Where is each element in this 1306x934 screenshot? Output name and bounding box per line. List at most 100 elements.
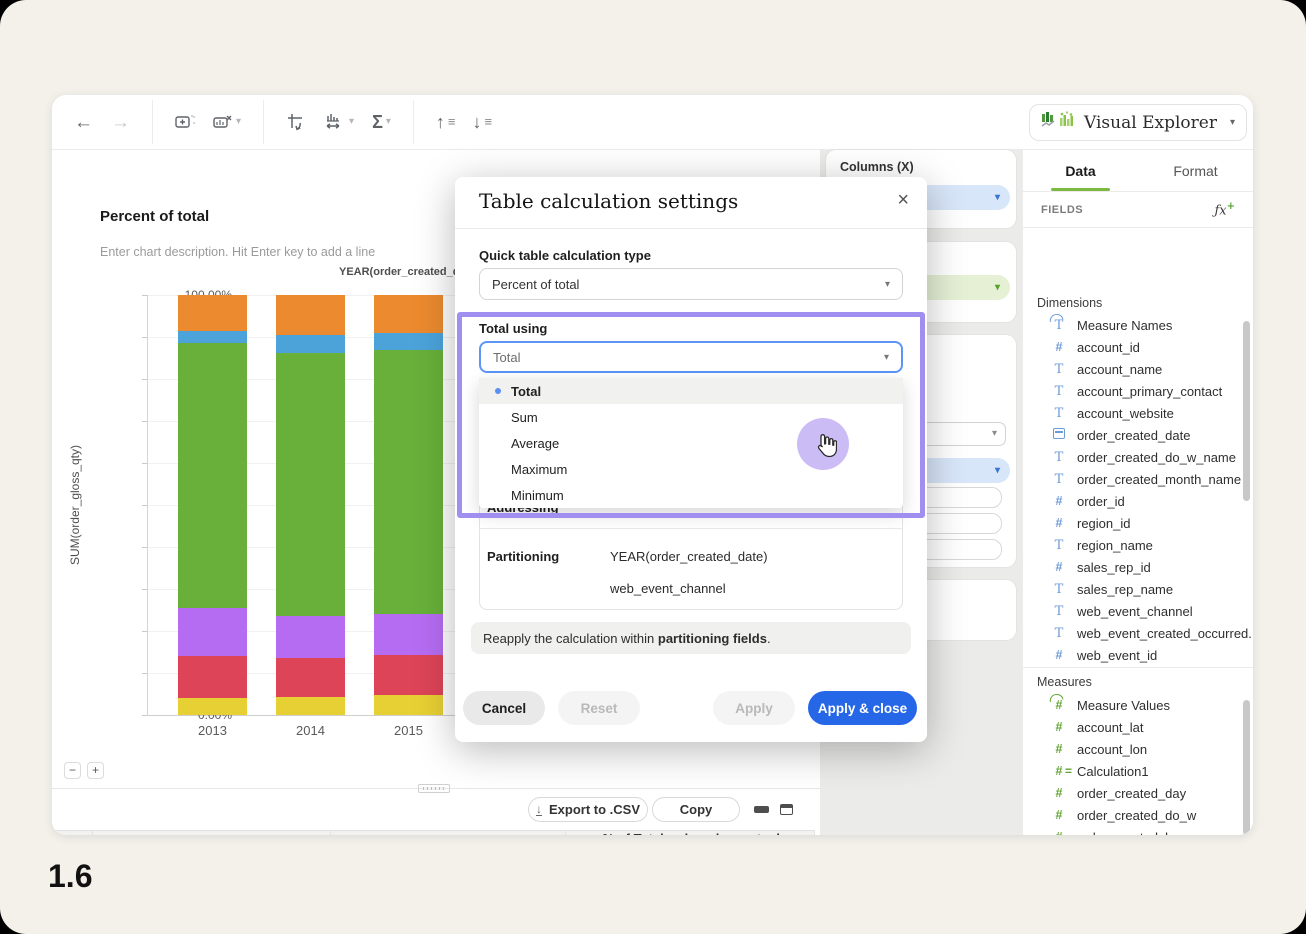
table-column-header[interactable]: % of Total order_gloss_qty down table xyxy=(566,831,815,836)
field-item-sales-rep-id[interactable]: #sales_rep_id xyxy=(1023,556,1253,578)
total-using-dropdown[interactable]: Total ▾ xyxy=(479,341,903,373)
table-column-header[interactable]: web_event_channel xyxy=(331,831,566,836)
redo-forward-icon[interactable]: → xyxy=(111,113,130,132)
stacked-bar-2015[interactable] xyxy=(374,295,443,715)
field-item-region-name[interactable]: Tregion_name xyxy=(1023,534,1253,556)
visual-explorer-logo-icon xyxy=(1041,110,1075,135)
menu-option-label: Total xyxy=(511,384,541,399)
sort-descending-icon[interactable]: ↓≡ xyxy=(473,113,492,131)
copy-button[interactable]: Copy xyxy=(652,797,740,822)
bar-segment-purple-segment[interactable] xyxy=(276,616,345,658)
field-item-web-event-channel[interactable]: Tweb_event_channel xyxy=(1023,600,1253,622)
y-axis-title: SUM(order_gloss_qty) xyxy=(68,400,82,610)
text-field-icon: T xyxy=(1051,538,1067,553)
field-item-account-lon[interactable]: #account_lon xyxy=(1023,738,1253,760)
bar-segment-yellow-segment[interactable] xyxy=(178,698,247,715)
undo-back-icon[interactable]: ← xyxy=(74,113,93,132)
sort-ascending-icon[interactable]: ↑≡ xyxy=(436,113,455,131)
expand-panel-icon[interactable] xyxy=(780,804,793,815)
add-calculation-icon[interactable]: ƒx+ xyxy=(1214,201,1235,218)
page-number-label: 1.6 xyxy=(48,858,92,895)
apply-and-close-button[interactable]: Apply & close xyxy=(808,691,917,725)
bar-segment-green-segment[interactable] xyxy=(178,343,247,608)
table-column-header[interactable]: YEAR(order_created_date) xyxy=(93,831,331,836)
info-text-bold: partitioning fields xyxy=(658,631,767,646)
tab-format[interactable]: Format xyxy=(1138,150,1253,191)
number-field-icon: # xyxy=(1051,808,1067,822)
field-item-account-lat[interactable]: #account_lat xyxy=(1023,716,1253,738)
bar-segment-orange-segment[interactable] xyxy=(178,295,247,331)
bar-segment-purple-segment[interactable] xyxy=(178,608,247,656)
field-item-measure-names[interactable]: TMeasure Names xyxy=(1023,314,1253,336)
field-item-order-created-hour[interactable]: #order_created_hour xyxy=(1023,826,1253,835)
field-item-web-event-id[interactable]: #web_event_id xyxy=(1023,644,1253,666)
remove-chart-icon[interactable]: ▾ xyxy=(213,113,241,131)
field-item-web-event-created-occurred-[interactable]: Tweb_event_created_occurred... xyxy=(1023,622,1253,644)
field-item-label: account_website xyxy=(1077,406,1174,421)
field-item-region-id[interactable]: #region_id xyxy=(1023,512,1253,534)
table-calculation-settings-modal: Table calculation settings × Quick table… xyxy=(455,177,927,742)
field-item-label: order_created_month_name xyxy=(1077,472,1241,487)
bar-segment-blue-segment[interactable] xyxy=(178,331,247,344)
chevron-down-icon: ▾ xyxy=(995,282,1010,293)
collapse-panel-icon[interactable] xyxy=(754,806,769,813)
columns-shelf-label: Columns (X) xyxy=(826,150,1016,174)
field-item-order-created-do-w[interactable]: #order_created_do_w xyxy=(1023,804,1253,826)
measures-scrollbar[interactable] xyxy=(1243,700,1250,835)
bar-segment-yellow-segment[interactable] xyxy=(276,697,345,715)
duplicate-chart-icon[interactable] xyxy=(175,113,195,131)
field-item-account-name[interactable]: Taccount_name xyxy=(1023,358,1253,380)
zoom-in-button[interactable]: + xyxy=(87,762,104,779)
stacked-bar-2013[interactable] xyxy=(178,295,247,715)
menu-option-label: Average xyxy=(511,436,559,451)
bar-segment-green-segment[interactable] xyxy=(374,350,443,615)
bar-segment-orange-segment[interactable] xyxy=(374,295,443,333)
field-item-account-id[interactable]: #account_id xyxy=(1023,336,1253,358)
zoom-out-button[interactable]: − xyxy=(64,762,81,779)
chart-description-placeholder[interactable]: Enter chart description. Hit Enter key t… xyxy=(100,245,375,259)
partitioning-value: YEAR(order_created_date) xyxy=(610,549,768,564)
reset-button[interactable]: Reset xyxy=(558,691,640,725)
bar-segment-purple-segment[interactable] xyxy=(374,614,443,655)
number-field-icon: # xyxy=(1051,494,1067,508)
field-item-label: account_name xyxy=(1077,362,1162,377)
bar-segment-orange-segment[interactable] xyxy=(276,295,345,335)
bar-segment-red-segment[interactable] xyxy=(178,656,247,698)
chart-title[interactable]: Percent of total xyxy=(100,208,209,225)
field-item-measure-values[interactable]: #Measure Values xyxy=(1023,694,1253,716)
panel-resize-handle[interactable] xyxy=(418,784,450,793)
field-item-order-created-date[interactable]: order_created_date xyxy=(1023,424,1253,446)
field-item-order-created-day[interactable]: #order_created_day xyxy=(1023,782,1253,804)
chevron-down-icon: ▾ xyxy=(885,279,890,290)
tab-data[interactable]: Data xyxy=(1023,150,1138,191)
field-item-calculation1[interactable]: #=Calculation1 xyxy=(1023,760,1253,782)
aggregate-sigma-icon[interactable]: Σ ▾ xyxy=(372,113,391,131)
app-switcher-button[interactable]: Visual Explorer ▾ xyxy=(1029,104,1247,141)
field-item-sales-rep-name[interactable]: Tsales_rep_name xyxy=(1023,578,1253,600)
menu-option-total[interactable]: Total xyxy=(479,378,903,404)
swap-axes-icon[interactable] xyxy=(286,112,306,132)
total-using-value: Total xyxy=(493,350,520,365)
bar-segment-red-segment[interactable] xyxy=(276,658,345,697)
field-item-label: account_id xyxy=(1077,340,1140,355)
field-item-account-primary-contact[interactable]: Taccount_primary_contact xyxy=(1023,380,1253,402)
bar-segment-blue-segment[interactable] xyxy=(374,333,443,350)
bar-width-icon[interactable]: ▾ xyxy=(324,112,354,132)
dimensions-scrollbar[interactable] xyxy=(1243,321,1250,501)
field-item-order-created-month-name[interactable]: Torder_created_month_name xyxy=(1023,468,1253,490)
field-item-order-id[interactable]: #order_id xyxy=(1023,490,1253,512)
stacked-bar-2014[interactable] xyxy=(276,295,345,715)
apply-button[interactable]: Apply xyxy=(713,691,795,725)
export-csv-button[interactable]: ↓ Export to .CSV xyxy=(528,797,648,822)
bar-segment-blue-segment[interactable] xyxy=(276,335,345,353)
download-icon: ↓ xyxy=(536,804,542,816)
cancel-button[interactable]: Cancel xyxy=(463,691,545,725)
quick-calc-dropdown[interactable]: Percent of total ▾ xyxy=(479,268,903,300)
bar-segment-yellow-segment[interactable] xyxy=(374,695,443,715)
field-item-order-created-do-w-name[interactable]: Torder_created_do_w_name xyxy=(1023,446,1253,468)
close-icon[interactable]: × xyxy=(897,189,909,212)
bar-segment-red-segment[interactable] xyxy=(374,655,443,695)
bar-segment-green-segment[interactable] xyxy=(276,353,345,617)
field-item-account-website[interactable]: Taccount_website xyxy=(1023,402,1253,424)
menu-option-minimum[interactable]: Minimum xyxy=(479,482,903,508)
